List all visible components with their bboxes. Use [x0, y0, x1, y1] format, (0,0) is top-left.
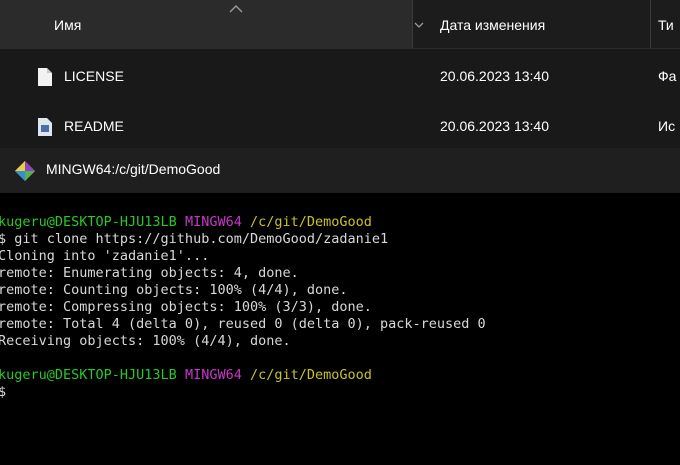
- file-type: Ис: [658, 118, 676, 134]
- git-bash-icon: [15, 161, 35, 181]
- column-header-name[interactable]: Имя: [0, 0, 412, 48]
- terminal-line: remote: Enumerating objects: 4, done.: [0, 265, 299, 281]
- file-row-readme[interactable]: README 20.06.2023 13:40 Ис: [0, 106, 680, 146]
- file-name: LICENSE: [64, 68, 124, 84]
- prompt-path: /c/git/DemoGood: [250, 367, 372, 383]
- prompt-user-host: kugeru@DESKTOP-HJU13LB: [0, 367, 177, 383]
- file-explorer: Имя Дата изменения Ти LICENSE 20.06.2023…: [0, 0, 680, 148]
- column-divider[interactable]: [650, 0, 651, 48]
- file-icon: [38, 68, 52, 86]
- terminal-line: Receiving objects: 100% (4/4), done.: [0, 333, 291, 349]
- terminal-line: remote: Counting objects: 100% (4/4), do…: [0, 282, 348, 298]
- column-header-bar: Имя Дата изменения Ти: [0, 0, 680, 49]
- file-row-license[interactable]: LICENSE 20.06.2023 13:40 Фа: [0, 56, 680, 96]
- terminal-cursor-line[interactable]: $: [0, 384, 6, 401]
- prompt-line: kugeru@DESKTOP-HJU13LB MINGW64 /c/git/De…: [0, 214, 372, 231]
- file-type: Фа: [658, 68, 677, 84]
- terminal-line: $ git clone https://github.com/DemoGood/…: [0, 231, 389, 247]
- chevron-down-icon[interactable]: [413, 20, 425, 30]
- terminal-line: remote: Compressing objects: 100% (3/3),…: [0, 299, 372, 315]
- terminal-title: MINGW64:/c/git/DemoGood: [46, 161, 221, 177]
- file-date: 20.06.2023 13:40: [440, 68, 549, 84]
- column-header-name-label: Имя: [54, 17, 82, 33]
- prompt-env: MINGW64: [184, 367, 242, 383]
- file-name: README: [64, 118, 124, 134]
- terminal-line: Cloning into 'zadanie1'...: [0, 248, 210, 264]
- terminal-title-bar[interactable]: MINGW64:/c/git/DemoGood: [0, 148, 680, 193]
- column-header-date-modified[interactable]: Дата изменения: [440, 17, 545, 33]
- column-header-type[interactable]: Ти: [658, 17, 674, 33]
- sort-ascending-icon: [229, 5, 243, 13]
- prompt-line: kugeru@DESKTOP-HJU13LB MINGW64 /c/git/De…: [0, 367, 372, 384]
- prompt-env: MINGW64: [184, 214, 242, 230]
- prompt-user-host: kugeru@DESKTOP-HJU13LB: [0, 214, 177, 230]
- prompt-path: /c/git/DemoGood: [250, 214, 372, 230]
- terminal-line: remote: Total 4 (delta 0), reused 0 (del…: [0, 316, 486, 332]
- terminal-output[interactable]: kugeru@DESKTOP-HJU13LB MINGW64 /c/git/De…: [0, 193, 680, 465]
- markdown-file-icon: [38, 118, 52, 136]
- file-date: 20.06.2023 13:40: [440, 118, 549, 134]
